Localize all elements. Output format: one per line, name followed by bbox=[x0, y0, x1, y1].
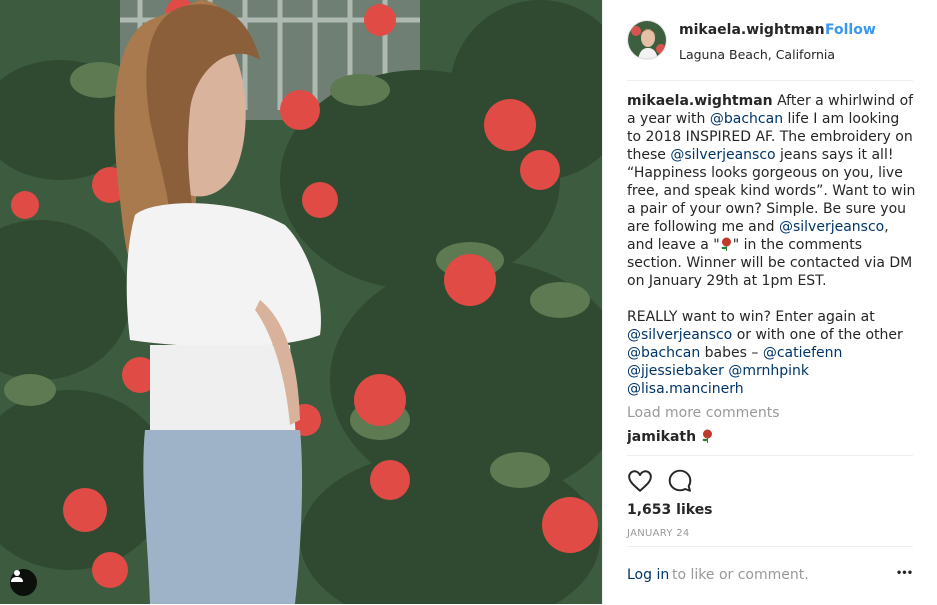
mention-link[interactable]: @lisa.mancinerh bbox=[627, 381, 744, 397]
follow-button[interactable]: Follow bbox=[825, 22, 876, 38]
location-link[interactable]: Laguna Beach, California bbox=[679, 47, 835, 62]
instagram-post: mikaela.wightman • Follow Laguna Beach, … bbox=[0, 0, 937, 604]
mention-link[interactable]: @mrnhpink bbox=[728, 363, 809, 379]
mention-link[interactable]: @silverjeansco bbox=[779, 219, 884, 235]
header-username[interactable]: mikaela.wightman bbox=[679, 22, 825, 38]
mention-link[interactable]: @bachcan bbox=[627, 345, 700, 361]
comments-list[interactable]: mikaela.wightman After a whirlwind of a … bbox=[627, 92, 917, 454]
caption-text: babes – bbox=[700, 345, 763, 361]
login-prompt-text: to like or comment. bbox=[672, 567, 809, 583]
separator-dot: • bbox=[805, 22, 814, 38]
comment-username[interactable]: jamikath bbox=[627, 429, 696, 445]
heart-icon[interactable] bbox=[627, 468, 653, 494]
post-photo[interactable] bbox=[0, 0, 602, 604]
mention-link[interactable]: @catiefenn bbox=[763, 345, 843, 361]
caption-text: REALLY want to win? Enter again at bbox=[627, 309, 875, 325]
post-header: mikaela.wightman • Follow Laguna Beach, … bbox=[627, 20, 913, 81]
user-tag-icon[interactable] bbox=[10, 569, 37, 596]
likes-count[interactable]: 1,653 likes bbox=[627, 502, 713, 518]
login-link[interactable]: Log in bbox=[627, 567, 669, 583]
post-caption: mikaela.wightman After a whirlwind of a … bbox=[627, 92, 917, 398]
post-date: JANUARY 24 bbox=[627, 528, 690, 539]
rose-icon bbox=[720, 237, 733, 253]
caption-text: or with one of the other bbox=[732, 327, 903, 343]
more-options-icon[interactable]: ••• bbox=[895, 565, 913, 583]
mention-link[interactable]: @silverjeansco bbox=[670, 147, 775, 163]
load-more-comments-button[interactable]: Load more comments bbox=[627, 404, 917, 422]
avatar[interactable] bbox=[627, 20, 667, 60]
comment-item: jamikath bbox=[627, 428, 917, 446]
caption-username[interactable]: mikaela.wightman bbox=[627, 93, 773, 109]
rose-icon bbox=[701, 429, 714, 445]
mention-link[interactable]: @bachcan bbox=[710, 111, 783, 127]
login-prompt: Log in to like or comment. ••• bbox=[627, 546, 913, 605]
mention-link[interactable]: @silverjeansco bbox=[627, 327, 732, 343]
post-actions: 1,653 likes JANUARY 24 bbox=[627, 455, 913, 546]
mention-link[interactable]: @jjessiebaker bbox=[627, 363, 724, 379]
speech-bubble-icon[interactable] bbox=[667, 468, 693, 494]
post-side-panel: mikaela.wightman • Follow Laguna Beach, … bbox=[602, 0, 937, 604]
photo-illustration bbox=[0, 0, 602, 604]
